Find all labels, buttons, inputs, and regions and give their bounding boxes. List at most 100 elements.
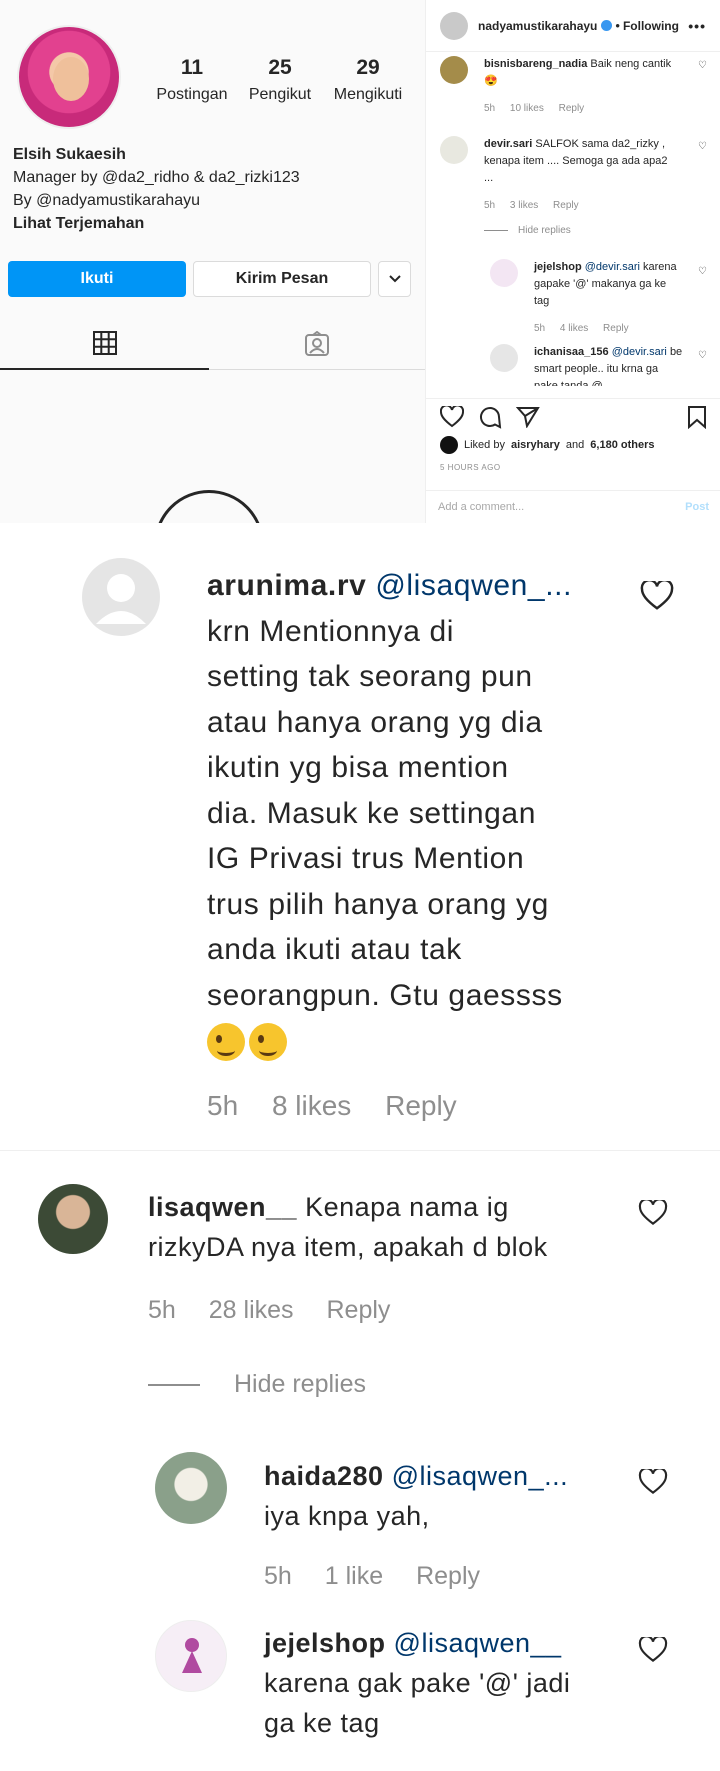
add-comment-input[interactable]: Add a comment... bbox=[438, 501, 524, 513]
comment-body: jejelshop @lisaqwen__ karena gak pake '@… bbox=[264, 1623, 634, 1743]
liker-avatar[interactable] bbox=[440, 436, 458, 454]
commenter-avatar[interactable] bbox=[440, 136, 468, 164]
see-translation-link[interactable]: Lihat Terjemahan bbox=[13, 212, 300, 235]
comment-meta: 5h 4 likes Reply bbox=[534, 320, 684, 337]
comment-time: 5h bbox=[148, 1296, 176, 1324]
partial-circle-decoration bbox=[154, 490, 264, 523]
post-author-avatar[interactable] bbox=[440, 11, 468, 40]
bookmark-icon[interactable] bbox=[687, 405, 707, 429]
comment-line: IG Privasi trus Mention bbox=[207, 842, 525, 875]
post-comment-button[interactable]: Post bbox=[685, 501, 709, 513]
comment-arunima: arunima.rv @lisaqwen_... krn Mentionnya … bbox=[0, 523, 720, 1151]
comment-time: 5h bbox=[484, 103, 496, 114]
comment-mention[interactable]: @devir.sari bbox=[585, 261, 640, 273]
post-author-username[interactable]: nadyamustikarahayu bbox=[478, 19, 597, 33]
comment-likes[interactable]: 3 likes bbox=[510, 200, 538, 211]
share-send-icon[interactable] bbox=[516, 406, 540, 428]
comment-line: karena gak pake '@' jadi bbox=[264, 1668, 571, 1698]
heart-icon[interactable]: ♡ bbox=[698, 141, 708, 152]
zoomed-comments: arunima.rv @lisaqwen_... krn Mentionnya … bbox=[0, 523, 720, 1771]
stat-posts[interactable]: 11 Postingan bbox=[148, 56, 236, 104]
stat-following-count: 29 bbox=[356, 56, 380, 79]
add-comment-bar: Add a comment... Post bbox=[426, 490, 720, 523]
commenter-avatar[interactable] bbox=[490, 344, 518, 372]
profile-stats: 11 Postingan 25 Pengikut 29 Mengikuti bbox=[148, 56, 412, 104]
heart-icon[interactable] bbox=[640, 581, 674, 611]
comment-username[interactable]: lisaqwen__ bbox=[148, 1192, 297, 1222]
heart-icon[interactable] bbox=[638, 1200, 668, 1226]
comment-line: ikutin yg bisa mention bbox=[207, 751, 509, 784]
stat-posts-label: Postingan bbox=[156, 86, 228, 103]
reply: ichanisaa_156 @devir.sari be smart peopl… bbox=[490, 344, 684, 386]
commenter-avatar[interactable] bbox=[155, 1452, 227, 1524]
stat-followers-count: 25 bbox=[268, 56, 292, 79]
heart-icon[interactable]: ♡ bbox=[698, 350, 708, 361]
tagged-user-icon bbox=[305, 330, 329, 356]
comment-username[interactable]: jejelshop bbox=[264, 1628, 386, 1658]
comment-time: 5h bbox=[484, 200, 496, 211]
reply-button[interactable]: Reply bbox=[553, 200, 579, 211]
reply-button[interactable]: Reply bbox=[416, 1562, 480, 1590]
comment-username[interactable]: ichanisaa_156 bbox=[534, 346, 609, 358]
comment-username[interactable]: devir.sari bbox=[484, 138, 532, 150]
comment-bubble-icon[interactable] bbox=[478, 405, 502, 429]
liked-by-count[interactable]: 6,180 others bbox=[590, 439, 654, 451]
profile-panel: 11 Postingan 25 Pengikut 29 Mengikuti El… bbox=[0, 0, 425, 523]
comment-time: 5h bbox=[534, 323, 546, 334]
reply-button[interactable]: Reply bbox=[326, 1296, 390, 1324]
liked-by-prefix: Liked by bbox=[464, 439, 505, 451]
comment-likes[interactable]: 10 likes bbox=[510, 103, 544, 114]
commenter-avatar[interactable] bbox=[490, 259, 518, 287]
default-avatar-icon[interactable] bbox=[82, 558, 160, 636]
comment-likes[interactable]: 28 likes bbox=[209, 1296, 294, 1324]
comment-line: anda ikuti atau tak bbox=[207, 933, 462, 966]
comment-meta: 5h 10 likes Reply bbox=[484, 100, 674, 117]
comment-username[interactable]: haida280 bbox=[264, 1461, 384, 1491]
comment-likes[interactable]: 4 likes bbox=[560, 323, 588, 334]
comment-username[interactable]: arunima.rv bbox=[207, 569, 366, 602]
stat-posts-count: 11 bbox=[180, 56, 204, 79]
stat-following-label: Mengikuti bbox=[333, 86, 403, 103]
profile-avatar[interactable] bbox=[17, 25, 121, 129]
more-options-icon[interactable]: ••• bbox=[688, 18, 706, 34]
comment-line: dia. Masuk ke settingan bbox=[207, 796, 536, 830]
hide-replies-button[interactable]: Hide replies bbox=[148, 1370, 366, 1399]
comment-mention[interactable]: @lisaqwen__ bbox=[394, 1628, 562, 1658]
stat-following[interactable]: 29 Mengikuti bbox=[324, 56, 412, 104]
comment-username[interactable]: bisnisbareng_nadia bbox=[484, 58, 587, 70]
comment-mention[interactable]: @lisaqwen_... bbox=[392, 1461, 569, 1491]
comment-line: atau hanya orang yg dia bbox=[207, 705, 543, 739]
liked-by-user[interactable]: aisryhary bbox=[511, 439, 560, 451]
comment-likes[interactable]: 1 like bbox=[325, 1562, 383, 1590]
reply-button[interactable]: Reply bbox=[559, 103, 585, 114]
message-button[interactable]: Kirim Pesan bbox=[193, 261, 371, 297]
heart-icon[interactable] bbox=[638, 1469, 668, 1495]
post-panel: nadyamustikarahayu • Following ••• bisni… bbox=[425, 0, 720, 523]
follow-button[interactable]: Ikuti bbox=[8, 261, 186, 297]
heart-icon[interactable]: ♡ bbox=[698, 266, 708, 277]
chevron-down-icon[interactable] bbox=[378, 261, 411, 297]
stat-followers-label: Pengikut bbox=[248, 86, 312, 103]
comment-mention[interactable]: @devir.sari bbox=[612, 346, 667, 358]
grid-icon bbox=[92, 331, 117, 355]
header-separator: • bbox=[615, 18, 620, 33]
comment-mention[interactable]: @lisaqwen_... bbox=[375, 569, 572, 602]
hide-replies-button[interactable]: Hide replies bbox=[484, 225, 571, 236]
tab-tagged[interactable] bbox=[209, 318, 425, 370]
reply-button[interactable]: Reply bbox=[385, 1090, 457, 1121]
comment-username[interactable]: jejelshop bbox=[534, 261, 582, 273]
commenter-avatar[interactable] bbox=[38, 1184, 108, 1254]
comment-line: rizkyDA nya item, apakah d blok bbox=[148, 1232, 548, 1262]
reply-button[interactable]: Reply bbox=[603, 323, 629, 334]
liked-by: Liked by aisryhary and 6,180 others bbox=[440, 436, 654, 454]
following-button[interactable]: Following bbox=[623, 19, 679, 33]
tab-grid[interactable] bbox=[0, 318, 209, 370]
comment-likes[interactable]: 8 likes bbox=[272, 1090, 351, 1121]
like-heart-icon[interactable] bbox=[440, 406, 464, 428]
commenter-avatar[interactable] bbox=[440, 56, 468, 84]
stat-followers[interactable]: 25 Pengikut bbox=[236, 56, 324, 104]
comment-line: ga ke tag bbox=[264, 1708, 380, 1738]
heart-icon[interactable] bbox=[638, 1637, 668, 1663]
heart-icon[interactable]: ♡ bbox=[698, 60, 708, 71]
commenter-avatar[interactable] bbox=[155, 1620, 227, 1692]
